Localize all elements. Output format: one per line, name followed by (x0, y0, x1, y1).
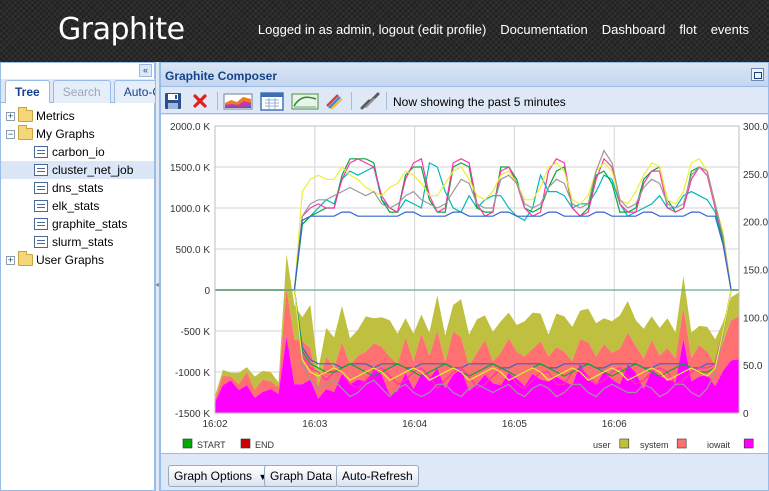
tree-label: elk_stats (52, 199, 100, 213)
calendar-icon[interactable] (259, 91, 285, 111)
saved-graph-icon (34, 236, 48, 248)
saved-graph-icon (34, 182, 48, 194)
tab-search[interactable]: Search (52, 80, 111, 103)
folder-icon (18, 107, 33, 122)
url-icon[interactable] (324, 91, 344, 111)
legend-swatch (619, 438, 630, 449)
toolbar-separator (351, 92, 352, 110)
tree-node-metrics[interactable]: + Metrics (1, 107, 154, 125)
y-left-tick-label: 1500.0 K (170, 163, 210, 174)
tree-leaf-graph[interactable]: elk_stats (1, 197, 154, 215)
metric-tree: + Metrics − My Graphs carbon_io cluster_… (1, 107, 154, 269)
tree-label: Metrics (36, 109, 75, 123)
x-tick-label: 16:04 (402, 419, 427, 430)
x-tick-label: 16:03 (302, 419, 327, 430)
legend-label: END (255, 440, 275, 450)
graph-area[interactable]: 2000.0 K 1500.0 K 1000.0 K 500.0 K 0 -500 K -1… (161, 115, 768, 453)
tree-leaf-graph[interactable]: dns_stats (1, 179, 154, 197)
composer-window: Graphite Composer Now showing the past 5… (160, 62, 769, 491)
events-link[interactable]: events (711, 22, 749, 37)
tab-tree[interactable]: Tree (5, 80, 50, 103)
documentation-link[interactable]: Documentation (500, 22, 587, 37)
folder-icon (18, 251, 33, 266)
x-tick-label: 16:06 (602, 419, 627, 430)
expand-icon[interactable]: + (6, 112, 15, 121)
graph-icon[interactable] (223, 91, 253, 111)
y-left-tick-label: 2000.0 K (170, 122, 210, 133)
y-right-tick-label: 100.0 (743, 313, 768, 324)
legend-label: system (640, 440, 669, 450)
tree-node-my-graphs[interactable]: − My Graphs (1, 125, 154, 143)
y-right-tick-label: 200.0 (743, 218, 768, 229)
graph-options-label: Graph Options (174, 469, 253, 483)
app-logo: Graphite (58, 12, 185, 47)
y-right-tick-label: 150.0 (743, 266, 768, 277)
saved-graph-icon (34, 200, 48, 212)
top-banner: Graphite Logged in as admin, logout (edi… (0, 0, 769, 62)
legend-label: user (593, 440, 611, 450)
legend-swatch (743, 438, 754, 449)
tree-leaf-graph[interactable]: slurm_stats (1, 233, 154, 251)
legend-swatch (182, 438, 193, 449)
top-nav: Logged in as admin, logout (edit profile… (258, 22, 749, 37)
recent-data-icon[interactable] (291, 91, 319, 111)
composer-toolbar: Now showing the past 5 minutes (161, 88, 768, 114)
graph-options-button[interactable]: Graph Options ▼ (168, 465, 274, 487)
graph-image: 2000.0 K 1500.0 K 1000.0 K 500.0 K 0 -500 K -1… (170, 122, 769, 450)
tree-leaf-graph[interactable]: carbon_io (1, 143, 154, 161)
tree-label: carbon_io (52, 145, 105, 159)
composer-title: Graphite Composer (161, 63, 768, 87)
y-right-tick-label: 250.0 (743, 170, 768, 181)
toolbar-separator (217, 92, 218, 110)
composer-title-text: Graphite Composer (165, 69, 278, 83)
splitter-grip-icon: ◂ (155, 280, 160, 289)
saved-graph-icon (34, 218, 48, 230)
navigator-panel: « Tree Search Auto-Co + Metrics − My Gra… (0, 62, 178, 491)
expand-icon[interactable]: + (6, 256, 15, 265)
link-icon[interactable] (358, 91, 382, 111)
tree-label: My Graphs (36, 127, 95, 141)
save-icon[interactable] (163, 91, 183, 111)
restore-window-icon[interactable] (751, 68, 764, 81)
tree-leaf-graph-selected[interactable]: cluster_net_job (1, 161, 154, 179)
legend-swatch (240, 438, 251, 449)
dashboard-link[interactable]: Dashboard (602, 22, 666, 37)
flot-link[interactable]: flot (679, 22, 696, 37)
y-left-tick-label: 1000.0 K (170, 204, 210, 215)
navigator-tabs: Tree Search Auto-Co (1, 79, 178, 103)
composer-bottom-bar: Graph Options ▼ Graph Data Auto-Refresh (161, 453, 768, 490)
y-left-tick-label: 500.0 K (176, 245, 211, 256)
tree-leaf-graph[interactable]: graphite_stats (1, 215, 154, 233)
tree-node-user-graphs[interactable]: + User Graphs (1, 251, 154, 269)
graph-data-button[interactable]: Graph Data (264, 465, 339, 487)
y-left-tick-label: -1000 K (175, 368, 210, 379)
toolbar-separator (386, 92, 387, 110)
time-range-status: Now showing the past 5 minutes (393, 95, 566, 109)
y-right-tick-label: 0 (743, 409, 749, 420)
tree-label: dns_stats (52, 181, 104, 195)
tree-label: cluster_net_job (52, 163, 134, 177)
y-right-tick-label: 300.0 (743, 122, 768, 133)
legend-label: START (197, 440, 226, 450)
account-link[interactable]: Logged in as admin, logout (edit profile… (258, 22, 486, 37)
folder-open-icon (18, 125, 33, 140)
y-left-tick-label: -500 K (181, 327, 211, 338)
collapse-left-icon[interactable]: « (139, 64, 152, 77)
x-tick-label: 16:02 (202, 419, 227, 430)
legend-swatch (676, 438, 687, 449)
tree-label: slurm_stats (52, 235, 114, 249)
saved-graph-icon (34, 164, 48, 176)
delete-icon[interactable] (190, 91, 210, 111)
x-tick-label: 16:05 (502, 419, 527, 430)
auto-refresh-button[interactable]: Auto-Refresh (336, 465, 419, 487)
tree-label: graphite_stats (52, 217, 128, 231)
y-right-tick-label: 50.0 (743, 361, 763, 372)
collapse-icon[interactable]: − (6, 130, 15, 139)
saved-graph-icon (34, 146, 48, 158)
y-left-tick-label: 0 (204, 286, 210, 297)
tree-label: User Graphs (36, 253, 105, 267)
legend-label: iowait (707, 440, 731, 450)
